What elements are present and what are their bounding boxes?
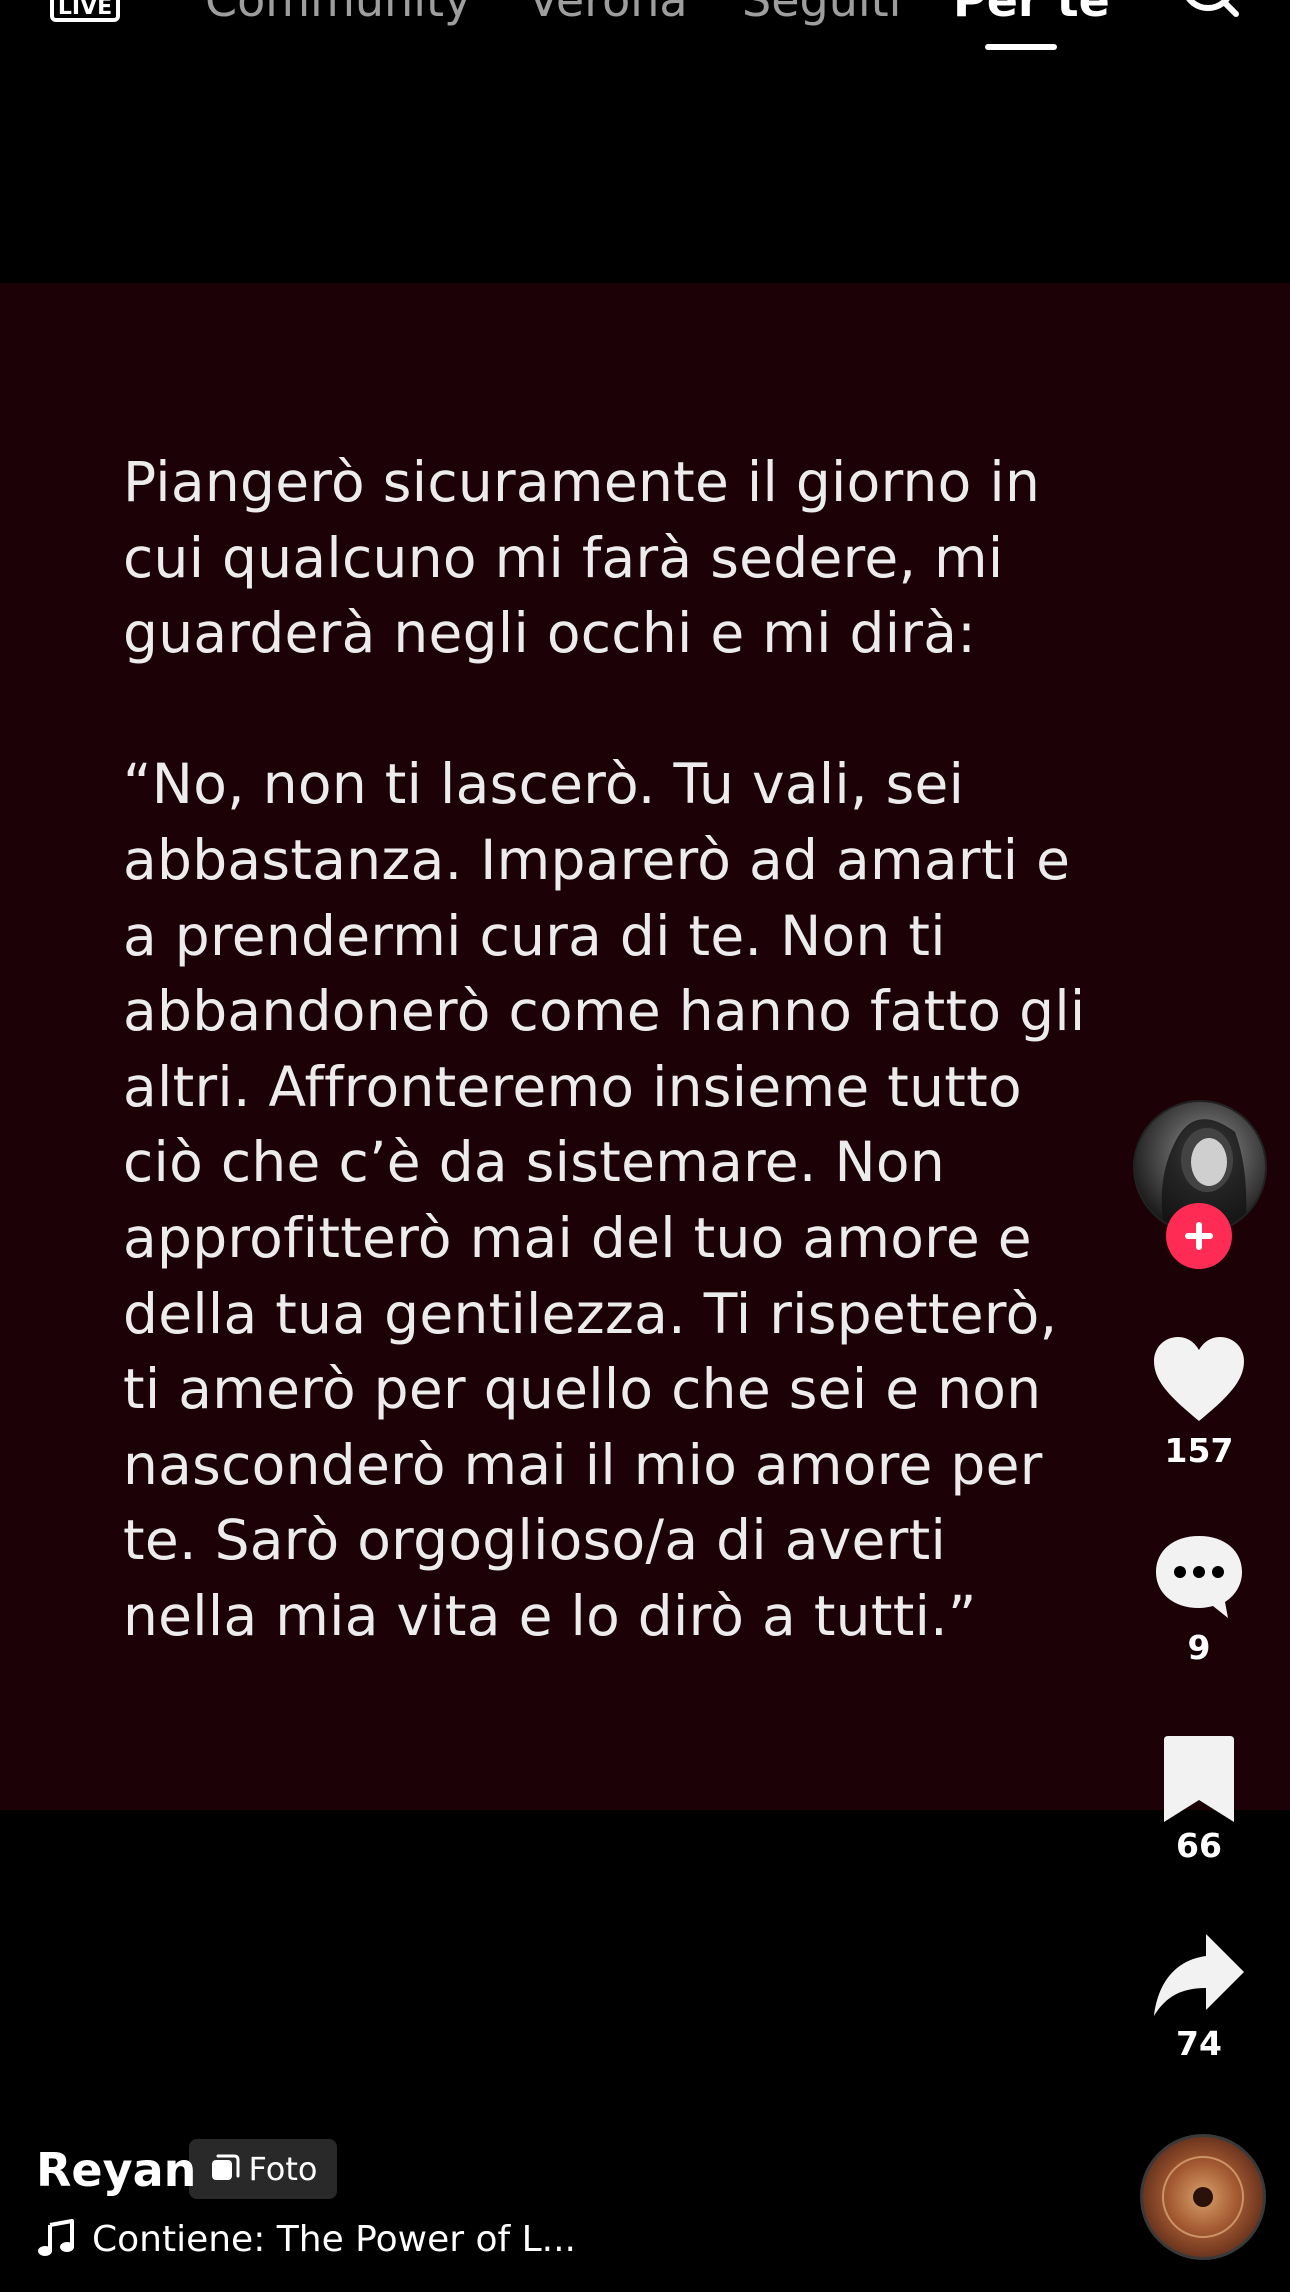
music-disc[interactable] [1140, 2134, 1266, 2260]
comment-icon[interactable] [1150, 1532, 1248, 1622]
heart-icon[interactable] [1150, 1335, 1248, 1425]
search-icon[interactable] [1176, 0, 1240, 30]
tab-verona[interactable]: Verona [528, 0, 688, 26]
save-count: 66 [1176, 1826, 1222, 1865]
album-cover-image [1162, 2156, 1244, 2238]
tab-seguiti[interactable]: Seguiti [742, 0, 901, 26]
music-info[interactable]: Contiene: The Power of L... [36, 2213, 576, 2265]
music-note-icon [38, 2219, 74, 2256]
tab-community[interactable]: Community [205, 0, 471, 26]
tab-per-te[interactable]: Per te [953, 0, 1110, 26]
bookmark-icon[interactable] [1150, 1734, 1248, 1824]
post-quote-text: Piangerò sicuramente il giorno in cui qu… [123, 450, 1086, 1648]
photo-badge-label: Foto [248, 2150, 318, 2188]
svg-text:LIVE: LIVE [58, 0, 112, 20]
creator-username[interactable]: Reyan [36, 2142, 196, 2198]
share-icon[interactable] [1150, 1930, 1248, 2020]
photo-stack-icon [211, 2154, 240, 2180]
top-navigation: LIVE Community Verona Seguiti Per te [0, 0, 1290, 60]
music-title: Contiene: The Power of L... [92, 2218, 576, 2260]
active-tab-indicator [985, 44, 1057, 50]
share-count: 74 [1176, 2024, 1222, 2063]
plus-icon [1185, 1222, 1213, 1250]
live-icon[interactable]: LIVE [50, 0, 120, 24]
follow-button[interactable] [1166, 1203, 1232, 1269]
photo-badge: Foto [189, 2139, 337, 2199]
like-count: 157 [1164, 1431, 1234, 1470]
comment-count: 9 [1187, 1628, 1211, 1667]
